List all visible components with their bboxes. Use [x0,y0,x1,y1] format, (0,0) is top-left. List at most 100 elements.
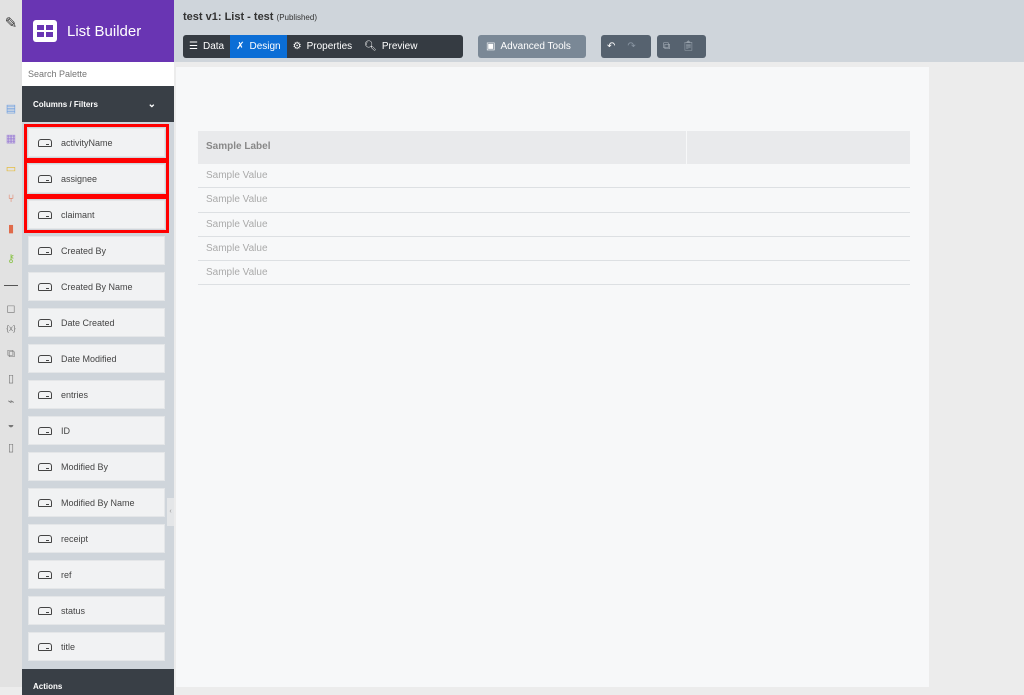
divider [4,285,18,286]
variable-icon[interactable]: {x} [4,322,18,336]
list-icon: ☰ [189,41,198,52]
document-icon[interactable]: ▤ [4,102,18,116]
palette-item[interactable]: status [28,596,165,625]
clipboard-group: ⧉ 📋︎ [657,35,706,58]
search-palette-input[interactable] [22,62,174,86]
top-bar: test v1: List - test (Published) ☰ Data ✗… [174,0,1024,62]
palette-item[interactable]: activityName [24,124,169,161]
gauge-icon[interactable]: ◒ [4,418,18,432]
palette-item-label: Date Created [61,317,115,328]
workflow-icon[interactable]: ⑂ [4,192,18,206]
palette-item-label: Date Modified [61,353,117,364]
section-label: Columns / Filters [33,99,98,109]
drive-icon [38,498,52,507]
palette-item[interactable]: assignee [24,160,169,197]
palette-item[interactable]: receipt [28,524,165,553]
tab-label: Design [249,41,281,52]
actions-section[interactable]: Actions [22,669,174,695]
tab-preview[interactable]: 🔍︎ Preview [358,35,423,58]
drive-icon [38,354,52,363]
left-icon-strip: ✎ ▤ ▦ ▭ ⑂ ▮ ⚷ ◻ {x} ⧉ ▯ ⌁ ◒ ▯ [0,0,22,687]
palette-item-label: ID [61,425,70,436]
palette-item-label: entries [61,389,89,400]
book-icon[interactable]: ▯ [4,441,18,455]
palette-item-label: receipt [61,533,89,544]
table-row: Sample Value [198,188,910,213]
drive-icon [38,426,52,435]
design-canvas: Sample Label Sample Value Sample Value Sam… [176,67,929,687]
palette-item[interactable]: ID [28,416,165,445]
tab-data[interactable]: ☰ Data [183,35,230,58]
plugin-icon[interactable]: ⌁ [4,395,18,409]
drive-icon [38,390,52,399]
undo-button[interactable]: ↶ [601,35,621,58]
copy-icon: ⧉ [663,41,671,52]
redo-button[interactable]: ↷ [621,35,641,58]
sidebar-collapse-handle[interactable]: ‹ [167,498,174,526]
design-tools-icon: ✗ [236,41,245,52]
table-icon[interactable]: ▦ [4,132,18,146]
list-table[interactable]: Sample Label Sample Value Sample Value Sam… [198,131,910,286]
drive-icon [38,642,52,651]
drive-icon [38,210,52,219]
tab-label: Preview [381,41,418,52]
columns-filters-section[interactable]: Columns / Filters ⌄ [22,86,174,122]
paste-button[interactable]: 📋︎ [676,35,701,58]
report-icon[interactable]: ▯ [4,372,18,386]
table-row: Sample Value [198,213,910,237]
pdf-icon[interactable]: ▮ [4,222,18,236]
page-title: test v1: List - test (Published) [183,11,317,23]
palette-item-label: Modified By [61,461,109,472]
palette-item[interactable]: Created By [28,236,165,265]
toolbox-icon: ▣ [486,41,496,52]
palette-item[interactable]: ref [28,560,165,589]
table-row: Sample Value [198,164,910,189]
drive-icon [38,282,52,291]
palette-item-label: status [61,605,86,616]
edit-icon[interactable]: ✎ [4,16,18,31]
drive-icon [38,534,52,543]
palette-item[interactable]: Created By Name [28,272,165,301]
drive-icon [38,606,52,615]
palette-item[interactable]: entries [28,380,165,409]
translate-icon[interactable]: ⧉ [4,347,18,361]
key-icon[interactable]: ⚷ [4,252,18,266]
table-row: Sample Value [198,237,910,262]
palette-item-label: Modified By Name [61,497,135,508]
table-header: Sample Label [198,131,910,164]
palette-item-label: Created By [61,245,107,256]
palette-item[interactable]: Date Created [28,308,165,337]
paste-icon: 📋︎ [682,41,695,52]
drive-icon [38,318,52,327]
palette-item[interactable]: Date Modified [28,344,165,373]
table-row: Sample Value [198,261,910,286]
palette-item-label: assignee [61,173,98,184]
drive-icon [38,174,52,183]
undo-icon: ↶ [607,41,616,52]
button-label: Advanced Tools [500,41,571,52]
app-header: List Builder [22,0,174,62]
drive-icon [38,138,52,147]
palette-item[interactable]: claimant [24,196,169,233]
tab-label: Data [202,41,225,52]
note-icon[interactable]: ◻ [4,302,18,316]
preview-icon: 🔍︎ [364,41,377,52]
palette-item[interactable]: title [28,632,165,661]
palette-item[interactable]: Modified By Name [28,488,165,517]
status-badge: (Published) [276,13,317,22]
palette-item-label: Created By Name [61,281,133,292]
drive-icon [38,246,52,255]
column-header[interactable]: Sample Label [198,131,687,164]
title-text: test v1: List - test [183,11,274,23]
tab-label: Properties [306,41,353,52]
copy-button[interactable]: ⧉ [657,35,676,58]
palette-item-label: ref [61,569,72,580]
tab-design[interactable]: ✗ Design [230,35,287,58]
advanced-tools-button[interactable]: ▣ Advanced Tools [478,35,586,58]
palette-sidebar: List Builder Columns / Filters ⌄ activit… [22,0,174,695]
monitor-icon[interactable]: ▭ [4,162,18,176]
tab-properties[interactable]: ⚙ Properties [287,35,359,58]
redo-icon: ↷ [627,41,636,52]
gear-icon: ⚙ [292,41,302,52]
palette-item[interactable]: Modified By [28,452,165,481]
